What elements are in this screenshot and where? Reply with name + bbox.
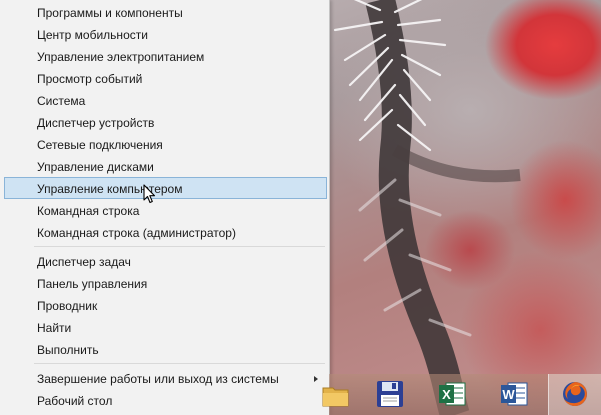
menu-separator [34, 246, 325, 247]
menu-item[interactable]: Система [4, 89, 327, 111]
menu-item[interactable]: Проводник [4, 294, 327, 316]
menu-item[interactable]: Диспетчер задач [4, 250, 327, 272]
menu-item[interactable]: Управление электропитанием [4, 45, 327, 67]
menu-item[interactable]: Командная строка (администратор) [4, 221, 327, 243]
menu-item[interactable]: Выполнить [4, 338, 327, 360]
menu-item[interactable]: Командная строка [4, 199, 327, 221]
menu-item[interactable]: Управление компьютером [4, 177, 327, 199]
menu-item-label: Диспетчер устройств [37, 116, 155, 130]
menu-item[interactable]: Управление дисками [4, 155, 327, 177]
taskbar-button-explorer[interactable] [322, 374, 355, 415]
menu-separator [34, 363, 325, 364]
menu-item[interactable]: Рабочий стол [4, 389, 327, 411]
menu-item-label: Проводник [37, 299, 98, 313]
menu-item[interactable]: Просмотр событий [4, 67, 327, 89]
menu-item[interactable]: Программы и компоненты [4, 1, 327, 23]
menu-item[interactable]: Панель управления [4, 272, 327, 294]
menu-item-label: Управление компьютером [37, 182, 183, 196]
menu-item-label: Командная строка (администратор) [37, 226, 236, 240]
menu-item-label: Управление электропитанием [37, 50, 205, 64]
taskbar-button-firefox[interactable] [548, 374, 601, 415]
menu-item-label: Просмотр событий [37, 72, 143, 86]
menu-item-label: Диспетчер задач [37, 255, 131, 269]
menu-item-label: Сетевые подключения [37, 138, 163, 152]
menu-item-label: Выполнить [37, 343, 99, 357]
word-icon: W [501, 382, 528, 406]
svg-text:W: W [502, 387, 515, 402]
menu-item-label: Найти [37, 321, 72, 335]
menu-item-label: Программы и компоненты [37, 6, 183, 20]
menu-item-label: Панель управления [37, 277, 148, 291]
menu-item[interactable]: Найти [4, 316, 327, 338]
menu-item[interactable]: Диспетчер устройств [4, 111, 327, 133]
taskbar-button-save[interactable] [365, 374, 415, 415]
menu-item-label: Завершение работы или выход из системы [37, 372, 279, 386]
taskbar: X W [322, 374, 601, 415]
folder-icon [322, 387, 349, 407]
winx-context-menu: Программы и компоненты Центр мобильности У… [0, 0, 330, 415]
menu-item-label: Система [37, 94, 86, 108]
menu-item-label: Центр мобильности [37, 28, 148, 42]
menu-item-label: Рабочий стол [37, 394, 113, 408]
excel-icon: X [439, 382, 466, 406]
firefox-icon [563, 382, 587, 406]
menu-item-label: Командная строка [37, 204, 140, 218]
mouse-cursor-icon [143, 184, 156, 204]
taskbar-button-word[interactable]: W [489, 374, 539, 415]
menu-root: Программы и компоненты Центр мобильности У… [0, 1, 329, 411]
menu-item-label: Управление дисками [37, 160, 154, 174]
save-disk-icon [377, 381, 403, 407]
svg-text:X: X [442, 387, 451, 402]
submenu-arrow-icon [314, 376, 318, 382]
taskbar-button-excel[interactable]: X [427, 374, 477, 415]
menu-item[interactable]: Сетевые подключения [4, 133, 327, 155]
menu-item[interactable]: Центр мобильности [4, 23, 327, 45]
menu-item[interactable]: Завершение работы или выход из системы [4, 367, 327, 389]
